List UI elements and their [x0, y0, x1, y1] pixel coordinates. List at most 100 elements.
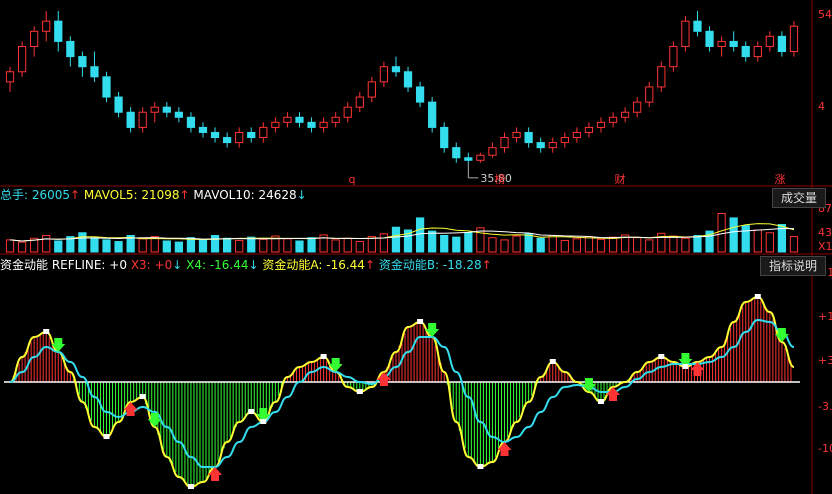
- volume-bar: [223, 237, 232, 253]
- candle-body: [283, 116, 292, 123]
- turning-point-marker: [658, 354, 665, 359]
- turning-point-marker: [43, 329, 50, 334]
- candle-body: [717, 40, 726, 47]
- down-arrow-icon: ↓: [296, 188, 307, 202]
- candle-body: [259, 126, 268, 139]
- volume-bar: [331, 239, 340, 253]
- volume-bar: [560, 239, 569, 253]
- candle-body: [30, 30, 39, 47]
- candle-body: [729, 40, 738, 47]
- refline-label: REFLINE:: [48, 258, 110, 272]
- event-marker: q: [349, 173, 356, 186]
- candle-body: [355, 96, 364, 108]
- volume-bar: [235, 239, 244, 253]
- candle-body: [343, 106, 352, 118]
- candle-body: [367, 81, 376, 98]
- buy-signal-arrow-icon: [208, 467, 223, 481]
- volume-axis-tick: X1: [818, 240, 832, 253]
- indicator-b-label: 资金动能B:: [375, 258, 443, 272]
- up-arrow-icon: ↑: [70, 188, 84, 202]
- volume-bar: [693, 235, 702, 253]
- candle-body: [415, 86, 425, 103]
- candle-body: [536, 142, 545, 149]
- candle-body: [621, 111, 630, 118]
- volume-bar: [102, 239, 111, 253]
- volume-bar: [428, 230, 437, 253]
- candle-body: [174, 111, 183, 118]
- x3-label: X3:: [127, 258, 155, 272]
- volume-bar: [210, 235, 220, 253]
- volume-bar: [17, 241, 27, 253]
- event-marker: 涨: [775, 173, 786, 186]
- indicator-b-value: -18.28: [442, 258, 482, 272]
- candle-body: [428, 101, 437, 128]
- volume-bar: [608, 236, 618, 253]
- candle-body: [608, 116, 618, 123]
- turning-point-marker: [417, 319, 424, 324]
- mavol10-label: MAVOL10:: [193, 188, 259, 202]
- turning-point-marker: [549, 359, 556, 364]
- x4-value: -16.44: [209, 258, 249, 272]
- candle-body: [681, 20, 690, 47]
- candle-body: [584, 126, 594, 133]
- buy-signal-arrow-icon: [606, 387, 621, 401]
- volume-bar: [415, 217, 425, 253]
- volume-bar: [355, 241, 364, 253]
- indicator-axis-tick: -10: [818, 442, 832, 455]
- candle-body: [307, 121, 316, 128]
- event-marker: 榜: [495, 172, 506, 186]
- candle-body: [657, 66, 666, 88]
- turning-point-marker: [682, 364, 689, 369]
- stock-chart: 35.80q榜财涨5448743X1+1+1+3-3.-10: [0, 0, 832, 494]
- candle-body: [464, 157, 473, 161]
- candle-body: [440, 126, 449, 149]
- mavol10-value: 24628: [258, 188, 297, 202]
- volume-bar: [524, 233, 533, 253]
- indicator-help-button[interactable]: 指标说明: [759, 256, 826, 276]
- candle-body: [705, 30, 714, 47]
- volume-bar: [536, 237, 545, 253]
- volume-bar: [584, 236, 594, 253]
- volume-bar: [186, 237, 196, 253]
- volume-bar: [500, 239, 509, 253]
- volume-bar: [174, 241, 183, 253]
- candle-body: [403, 71, 413, 88]
- volume-bar: [452, 236, 461, 253]
- volume-bar: [295, 240, 304, 253]
- candle-body: [548, 142, 557, 149]
- indicator-axis-tick: +1: [818, 310, 832, 323]
- turning-point-marker: [754, 294, 761, 299]
- candle-body: [198, 126, 208, 133]
- volume-bar: [42, 235, 51, 253]
- volume-bar: [596, 238, 606, 253]
- volume-bar: [741, 225, 750, 253]
- price-axis-tick: 54: [818, 8, 832, 21]
- refline-value: +0: [109, 258, 127, 272]
- candle-body: [186, 116, 196, 128]
- price-axis-tick: 4: [818, 100, 825, 113]
- candle-body: [102, 76, 111, 98]
- candle-body: [235, 131, 244, 144]
- volume-bar: [114, 241, 123, 253]
- volume-bar: [464, 232, 473, 253]
- candle-body: [741, 45, 750, 58]
- candle-body: [150, 106, 159, 113]
- candle-body: [126, 111, 135, 128]
- down-arrow-icon: ↓: [172, 258, 183, 272]
- volume-button[interactable]: 成交量: [771, 188, 826, 208]
- volume-bar: [283, 238, 292, 253]
- volume-bar: [681, 237, 690, 253]
- volume-bar: [307, 237, 316, 253]
- candle-body: [693, 20, 702, 32]
- volume-bar: [247, 236, 256, 253]
- candle-body: [90, 66, 99, 78]
- volume-bar: [645, 239, 654, 253]
- volume-bar: [765, 232, 774, 253]
- candle-body: [162, 106, 171, 113]
- volume-total: 26005: [31, 188, 71, 202]
- candle-body: [78, 56, 87, 68]
- volume-bar: [379, 233, 389, 253]
- volume-bar: [572, 238, 581, 253]
- volume-bar: [512, 235, 521, 253]
- volume-title: 总手:: [0, 188, 32, 202]
